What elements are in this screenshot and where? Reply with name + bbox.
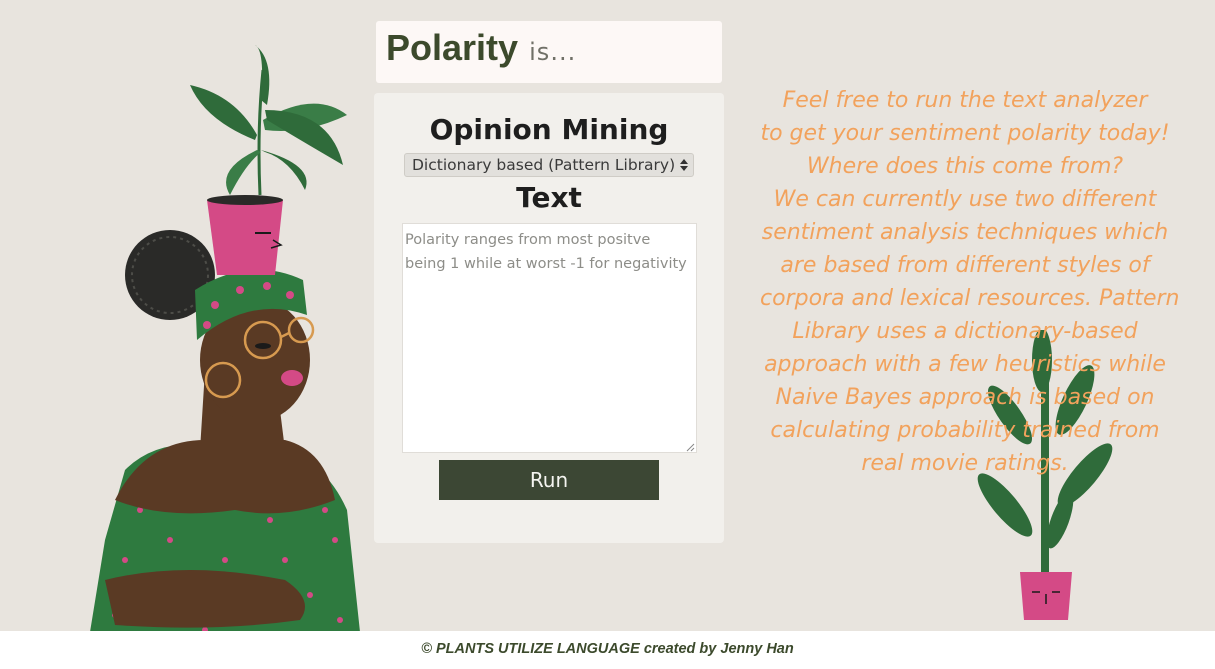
description-line: Naive Bayes approach is based on — [775, 385, 1155, 410]
description-line: real movie ratings. — [861, 451, 1069, 476]
method-select[interactable]: Dictionary based (Pattern Library) — [404, 153, 694, 177]
description-line: to get your sentiment polarity today! — [760, 121, 1170, 146]
description-line: Where does this come from? — [806, 154, 1124, 179]
description-line: sentiment analysis techniques which — [761, 220, 1169, 245]
description-line: corpora and lexical resources. Pattern — [760, 286, 1180, 311]
opinion-mining-heading: Opinion Mining — [429, 113, 669, 146]
woman-with-plant-illustration — [90, 45, 360, 632]
analyzer-panel: Opinion Mining Dictionary based (Pattern… — [374, 93, 724, 543]
title-box: Polarity is... — [376, 21, 722, 83]
text-input[interactable]: Polarity ranges from most positve being … — [402, 223, 697, 453]
run-button[interactable]: Run — [439, 460, 659, 500]
description-line: Library uses a dictionary-based — [792, 319, 1138, 344]
resize-grip-icon[interactable] — [686, 443, 695, 452]
footer: © PLANTS UTILIZE LANGUAGE created by Jen… — [0, 631, 1215, 669]
description-line: approach with a few heuristics while — [764, 352, 1166, 377]
method-select-value: Dictionary based (Pattern Library) — [412, 156, 676, 174]
page-title-suffix: is... — [529, 38, 577, 66]
text-heading: Text — [516, 181, 582, 214]
description-line: Feel free to run the text analyzer — [782, 88, 1148, 113]
description-line: are based from different styles of — [780, 253, 1150, 278]
page-title: Polarity — [386, 27, 519, 68]
footer-credit: © PLANTS UTILIZE LANGUAGE created by Jen… — [421, 641, 794, 657]
description-line: calculating probability trained from — [770, 418, 1160, 443]
up-down-arrows-icon — [680, 159, 688, 171]
description-line: We can currently use two different — [773, 187, 1157, 212]
description-text: Feel free to run the text analyzer to ge… — [760, 84, 1180, 480]
